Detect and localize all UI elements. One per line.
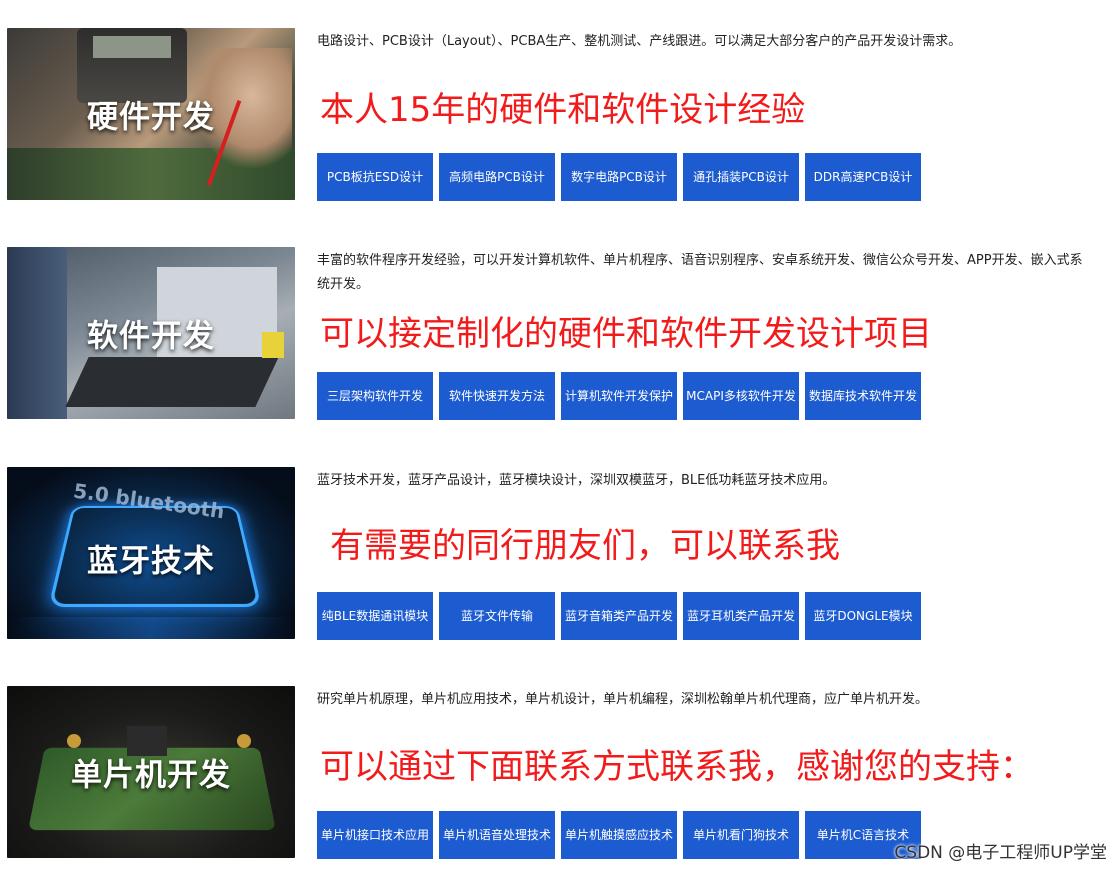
section-description: 丰富的软件程序开发经验，可以开发计算机软件、单片机程序、语音识别程序、安卓系统开… <box>317 253 1083 292</box>
tag-button[interactable]: 蓝牙音箱类产品开发 <box>561 592 677 640</box>
section-title: 蓝牙技术 <box>87 543 215 580</box>
multimeter-display <box>93 36 171 58</box>
section-description: 蓝牙技术开发，蓝牙产品设计，蓝牙模块设计，深圳双模蓝牙，BLE低功耗蓝牙技术应用… <box>317 473 836 488</box>
highlight-text: 可以通过下面联系方式联系我，感谢您的支持： <box>320 747 1034 787</box>
service-section-software: 软件开发 丰富的软件程序开发经验，可以开发计算机软件、单片机程序、语音识别程序、… <box>0 247 1111 427</box>
section-title: 软件开发 <box>87 318 215 355</box>
highlight-text: 可以接定制化的硬件和软件开发设计项目 <box>320 314 932 354</box>
mounting-hole-icon <box>67 734 81 748</box>
tag-button[interactable]: MCAPI多核软件开发 <box>683 372 799 420</box>
tag-button[interactable]: 数据库技术软件开发 <box>805 372 921 420</box>
tag-button[interactable]: 单片机语音处理技术 <box>439 811 555 859</box>
software-image[interactable]: 软件开发 <box>7 247 295 419</box>
tag-button[interactable]: 三层架构软件开发 <box>317 372 433 420</box>
keyboard-icon <box>65 357 279 407</box>
bluetooth-image[interactable]: 5.0 bluetooth 蓝牙技术 <box>7 467 295 639</box>
tag-button[interactable]: DDR高速PCB设计 <box>805 153 921 201</box>
mounting-hole-icon <box>237 734 251 748</box>
section-title: 硬件开发 <box>87 99 215 136</box>
section-description: 研究单片机原理，单片机应用技术，单片机设计，单片机编程，深圳松翰单片机代理商，应… <box>317 692 929 707</box>
tag-button[interactable]: 纯BLE数据通讯模块 <box>317 592 433 640</box>
hardware-image[interactable]: 硬件开发 <box>7 28 295 200</box>
tag-button[interactable]: 软件快速开发方法 <box>439 372 555 420</box>
tag-button[interactable]: 单片机触摸感应技术 <box>561 811 677 859</box>
service-section-bluetooth: 5.0 bluetooth 蓝牙技术 蓝牙技术开发，蓝牙产品设计，蓝牙模块设计，… <box>0 467 1111 647</box>
tag-button[interactable]: PCB板抗ESD设计 <box>317 153 433 201</box>
tag-button[interactable]: 计算机软件开发保护 <box>561 372 677 420</box>
tag-button[interactable]: 蓝牙DONGLE模块 <box>805 592 921 640</box>
highlight-text: 有需要的同行朋友们，可以联系我 <box>330 526 840 566</box>
glow-line-icon <box>7 617 295 639</box>
section-description: 电路设计、PCB设计（Layout）、PCBA生产、整机测试、产线跟进。可以满足… <box>317 34 962 49</box>
service-section-hardware: 硬件开发 电路设计、PCB设计（Layout）、PCBA生产、整机测试、产线跟进… <box>0 28 1111 208</box>
tag-button[interactable]: 蓝牙文件传输 <box>439 592 555 640</box>
tag-button[interactable]: 单片机看门狗技术 <box>683 811 799 859</box>
tag-button[interactable]: 单片机接口技术应用 <box>317 811 433 859</box>
tag-button[interactable]: 高频电路PCB设计 <box>439 153 555 201</box>
highlight-text: 本人15年的硬件和软件设计经验 <box>320 90 806 130</box>
section-title: 单片机开发 <box>71 757 231 794</box>
tag-button[interactable]: 数字电路PCB设计 <box>561 153 677 201</box>
mcu-image[interactable]: 单片机开发 <box>7 686 295 858</box>
tag-button[interactable]: 蓝牙耳机类产品开发 <box>683 592 799 640</box>
tag-button[interactable]: 通孔插装PCB设计 <box>683 153 799 201</box>
csdn-watermark: CSDN @电子工程师UP学堂 <box>894 843 1107 863</box>
